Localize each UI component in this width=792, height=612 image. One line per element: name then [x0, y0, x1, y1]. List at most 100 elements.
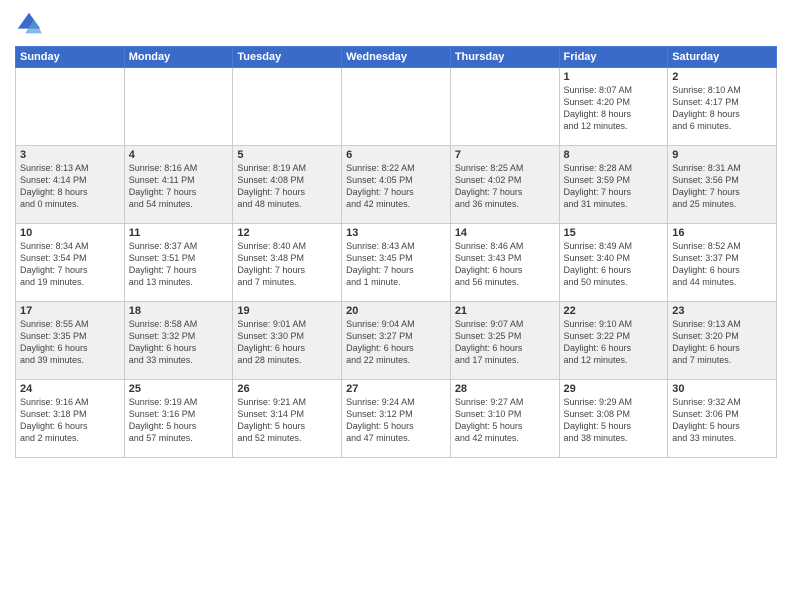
calendar-cell: 22Sunrise: 9:10 AM Sunset: 3:22 PM Dayli…: [559, 302, 668, 380]
day-info: Sunrise: 9:19 AM Sunset: 3:16 PM Dayligh…: [129, 396, 229, 445]
day-info: Sunrise: 8:37 AM Sunset: 3:51 PM Dayligh…: [129, 240, 229, 289]
calendar-cell: 21Sunrise: 9:07 AM Sunset: 3:25 PM Dayli…: [450, 302, 559, 380]
day-number: 28: [455, 383, 555, 395]
day-info: Sunrise: 8:10 AM Sunset: 4:17 PM Dayligh…: [672, 84, 772, 133]
day-info: Sunrise: 9:04 AM Sunset: 3:27 PM Dayligh…: [346, 318, 446, 367]
day-info: Sunrise: 8:28 AM Sunset: 3:59 PM Dayligh…: [564, 162, 664, 211]
calendar-cell: [342, 68, 451, 146]
day-info: Sunrise: 8:25 AM Sunset: 4:02 PM Dayligh…: [455, 162, 555, 211]
calendar-cell: [450, 68, 559, 146]
calendar-cell: [16, 68, 125, 146]
day-info: Sunrise: 8:58 AM Sunset: 3:32 PM Dayligh…: [129, 318, 229, 367]
day-number: 12: [237, 227, 337, 239]
calendar-week-row: 1Sunrise: 8:07 AM Sunset: 4:20 PM Daylig…: [16, 68, 777, 146]
day-number: 4: [129, 149, 229, 161]
calendar-header-row: SundayMondayTuesdayWednesdayThursdayFrid…: [16, 47, 777, 68]
day-number: 11: [129, 227, 229, 239]
header: [15, 10, 777, 38]
day-number: 14: [455, 227, 555, 239]
day-info: Sunrise: 8:49 AM Sunset: 3:40 PM Dayligh…: [564, 240, 664, 289]
calendar-week-row: 24Sunrise: 9:16 AM Sunset: 3:18 PM Dayli…: [16, 380, 777, 458]
day-info: Sunrise: 9:16 AM Sunset: 3:18 PM Dayligh…: [20, 396, 120, 445]
calendar-cell: 23Sunrise: 9:13 AM Sunset: 3:20 PM Dayli…: [668, 302, 777, 380]
day-number: 23: [672, 305, 772, 317]
day-number: 9: [672, 149, 772, 161]
weekday-header: Friday: [559, 47, 668, 68]
day-number: 8: [564, 149, 664, 161]
calendar-cell: 18Sunrise: 8:58 AM Sunset: 3:32 PM Dayli…: [124, 302, 233, 380]
calendar-cell: 24Sunrise: 9:16 AM Sunset: 3:18 PM Dayli…: [16, 380, 125, 458]
calendar-cell: 9Sunrise: 8:31 AM Sunset: 3:56 PM Daylig…: [668, 146, 777, 224]
calendar-cell: 25Sunrise: 9:19 AM Sunset: 3:16 PM Dayli…: [124, 380, 233, 458]
day-number: 7: [455, 149, 555, 161]
day-number: 30: [672, 383, 772, 395]
calendar-cell: 3Sunrise: 8:13 AM Sunset: 4:14 PM Daylig…: [16, 146, 125, 224]
day-info: Sunrise: 9:01 AM Sunset: 3:30 PM Dayligh…: [237, 318, 337, 367]
calendar-cell: 7Sunrise: 8:25 AM Sunset: 4:02 PM Daylig…: [450, 146, 559, 224]
calendar-cell: 5Sunrise: 8:19 AM Sunset: 4:08 PM Daylig…: [233, 146, 342, 224]
day-number: 18: [129, 305, 229, 317]
day-info: Sunrise: 8:31 AM Sunset: 3:56 PM Dayligh…: [672, 162, 772, 211]
day-number: 19: [237, 305, 337, 317]
day-info: Sunrise: 9:10 AM Sunset: 3:22 PM Dayligh…: [564, 318, 664, 367]
day-number: 27: [346, 383, 446, 395]
calendar-cell: 28Sunrise: 9:27 AM Sunset: 3:10 PM Dayli…: [450, 380, 559, 458]
day-info: Sunrise: 8:43 AM Sunset: 3:45 PM Dayligh…: [346, 240, 446, 289]
weekday-header: Thursday: [450, 47, 559, 68]
day-info: Sunrise: 9:07 AM Sunset: 3:25 PM Dayligh…: [455, 318, 555, 367]
day-number: 2: [672, 71, 772, 83]
day-number: 10: [20, 227, 120, 239]
calendar-cell: 14Sunrise: 8:46 AM Sunset: 3:43 PM Dayli…: [450, 224, 559, 302]
logo-icon: [15, 10, 43, 38]
logo: [15, 10, 47, 38]
calendar-cell: 13Sunrise: 8:43 AM Sunset: 3:45 PM Dayli…: [342, 224, 451, 302]
calendar-cell: 19Sunrise: 9:01 AM Sunset: 3:30 PM Dayli…: [233, 302, 342, 380]
day-number: 29: [564, 383, 664, 395]
calendar-week-row: 3Sunrise: 8:13 AM Sunset: 4:14 PM Daylig…: [16, 146, 777, 224]
weekday-header: Saturday: [668, 47, 777, 68]
calendar-cell: [233, 68, 342, 146]
day-info: Sunrise: 9:13 AM Sunset: 3:20 PM Dayligh…: [672, 318, 772, 367]
day-info: Sunrise: 9:24 AM Sunset: 3:12 PM Dayligh…: [346, 396, 446, 445]
weekday-header: Sunday: [16, 47, 125, 68]
day-number: 24: [20, 383, 120, 395]
day-number: 17: [20, 305, 120, 317]
day-number: 15: [564, 227, 664, 239]
day-info: Sunrise: 8:52 AM Sunset: 3:37 PM Dayligh…: [672, 240, 772, 289]
calendar-cell: 20Sunrise: 9:04 AM Sunset: 3:27 PM Dayli…: [342, 302, 451, 380]
page: SundayMondayTuesdayWednesdayThursdayFrid…: [0, 0, 792, 612]
weekday-header: Tuesday: [233, 47, 342, 68]
day-info: Sunrise: 8:22 AM Sunset: 4:05 PM Dayligh…: [346, 162, 446, 211]
calendar-cell: 4Sunrise: 8:16 AM Sunset: 4:11 PM Daylig…: [124, 146, 233, 224]
calendar: SundayMondayTuesdayWednesdayThursdayFrid…: [15, 46, 777, 458]
day-info: Sunrise: 9:32 AM Sunset: 3:06 PM Dayligh…: [672, 396, 772, 445]
day-number: 6: [346, 149, 446, 161]
calendar-cell: 2Sunrise: 8:10 AM Sunset: 4:17 PM Daylig…: [668, 68, 777, 146]
day-info: Sunrise: 8:16 AM Sunset: 4:11 PM Dayligh…: [129, 162, 229, 211]
calendar-cell: 29Sunrise: 9:29 AM Sunset: 3:08 PM Dayli…: [559, 380, 668, 458]
day-info: Sunrise: 8:13 AM Sunset: 4:14 PM Dayligh…: [20, 162, 120, 211]
calendar-cell: 12Sunrise: 8:40 AM Sunset: 3:48 PM Dayli…: [233, 224, 342, 302]
day-number: 26: [237, 383, 337, 395]
day-info: Sunrise: 8:19 AM Sunset: 4:08 PM Dayligh…: [237, 162, 337, 211]
day-number: 13: [346, 227, 446, 239]
calendar-cell: 8Sunrise: 8:28 AM Sunset: 3:59 PM Daylig…: [559, 146, 668, 224]
day-number: 20: [346, 305, 446, 317]
day-number: 25: [129, 383, 229, 395]
day-number: 5: [237, 149, 337, 161]
day-info: Sunrise: 8:40 AM Sunset: 3:48 PM Dayligh…: [237, 240, 337, 289]
weekday-header: Wednesday: [342, 47, 451, 68]
calendar-cell: 1Sunrise: 8:07 AM Sunset: 4:20 PM Daylig…: [559, 68, 668, 146]
calendar-cell: 10Sunrise: 8:34 AM Sunset: 3:54 PM Dayli…: [16, 224, 125, 302]
calendar-cell: 26Sunrise: 9:21 AM Sunset: 3:14 PM Dayli…: [233, 380, 342, 458]
day-number: 16: [672, 227, 772, 239]
calendar-cell: 17Sunrise: 8:55 AM Sunset: 3:35 PM Dayli…: [16, 302, 125, 380]
day-number: 21: [455, 305, 555, 317]
day-info: Sunrise: 9:27 AM Sunset: 3:10 PM Dayligh…: [455, 396, 555, 445]
calendar-cell: 15Sunrise: 8:49 AM Sunset: 3:40 PM Dayli…: [559, 224, 668, 302]
day-info: Sunrise: 8:07 AM Sunset: 4:20 PM Dayligh…: [564, 84, 664, 133]
day-info: Sunrise: 9:29 AM Sunset: 3:08 PM Dayligh…: [564, 396, 664, 445]
calendar-cell: [124, 68, 233, 146]
day-number: 3: [20, 149, 120, 161]
calendar-cell: 11Sunrise: 8:37 AM Sunset: 3:51 PM Dayli…: [124, 224, 233, 302]
